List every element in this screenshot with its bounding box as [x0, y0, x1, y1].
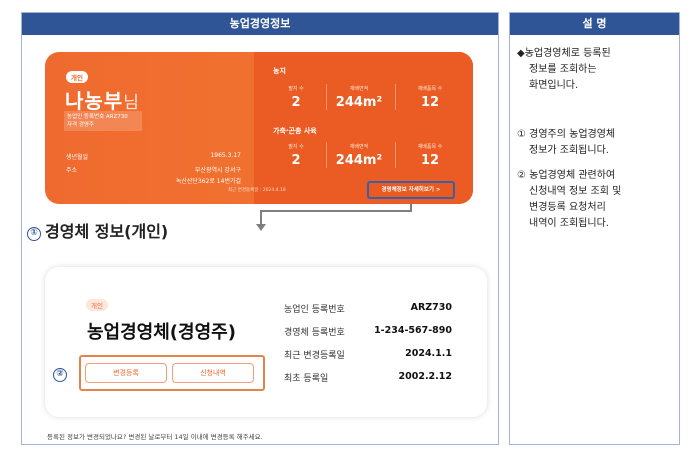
info-label: 경영체 등록번호: [284, 328, 345, 338]
birth-value: 1965.3.17: [210, 152, 241, 159]
farmland-stat-label: 재배면적: [349, 86, 369, 92]
step-number-badge: ①: [27, 227, 41, 241]
description-item-2: ② 농업경영체 관련하여 신청내역 정보 조회 및 변경등록 요청처리 내역이 …: [517, 168, 621, 232]
address-line2: 녹산산단362로 14번가길: [175, 178, 241, 185]
qualification-text: 자격 경영주: [67, 122, 95, 128]
connector-line: [260, 210, 411, 212]
livestock-stat-value: 12: [420, 153, 440, 168]
description-line: 화면입니다.: [529, 80, 579, 91]
section-title: ① 경영체 정보(개인): [27, 218, 168, 242]
left-panel-header: 농업경영정보: [22, 13, 498, 35]
step-number-badge: ②: [53, 368, 67, 382]
footnote: 등록된 정보가 변경되었나요? 변경된 날로부터 14일 이내에 변경등록 해주…: [47, 433, 263, 441]
person-type-tag: 개인: [86, 299, 108, 311]
birth-label: 생년월일: [66, 154, 89, 161]
registration-number-text: 농업인 등록번호 ARZ730: [67, 114, 128, 120]
description-line: ① 경영주의 농업경영체: [517, 129, 616, 140]
farmer-name: 나농부님: [65, 85, 140, 114]
farmland-stat-label: 재배품목 수: [417, 86, 443, 92]
change-registration-button[interactable]: 변경등록: [85, 363, 167, 383]
description-line: 변경등록 요청처리: [529, 202, 606, 213]
stat-divider: [326, 84, 327, 110]
description-line: ② 농업경영체 관련하여: [517, 170, 616, 181]
person-type-tag: 개인: [66, 71, 88, 83]
livestock-stat-label: 필지 수: [288, 144, 304, 150]
detail-card-title: 농업경영체(경영주): [87, 322, 236, 343]
livestock-stat-label: 재배면적: [349, 144, 369, 150]
view-details-button[interactable]: 경영체정보 자세히보기 >: [367, 181, 455, 199]
livestock-stat-label: 재배품목 수: [417, 144, 443, 150]
info-value: 1-234-567-890: [374, 325, 452, 336]
info-value: 2024.1.1: [405, 348, 452, 359]
description-line: 정보가 조회됩니다.: [529, 145, 609, 156]
description-line: 정보를 조회하는: [529, 64, 597, 75]
last-updated-text: 최근 변경등록일 : 2024.4.18: [228, 188, 286, 193]
farmland-stat-value: 244m²: [335, 95, 383, 110]
registration-box: 농업인 등록번호 ARZ730 자격 경영주: [64, 111, 142, 131]
livestock-title: 가축·곤충 사육: [273, 127, 317, 135]
farmland-stat-value: 12: [420, 95, 440, 110]
info-value: ARZ730: [410, 302, 452, 313]
description-line: 신청내역 정보 조회 및: [529, 186, 622, 197]
info-label: 최초 등록일: [284, 374, 329, 384]
address-label: 주소: [66, 167, 78, 174]
stat-divider: [395, 142, 396, 168]
right-panel-header: 설 명: [510, 13, 679, 35]
section-title-text: 경영체 정보(개인): [45, 222, 169, 241]
info-label: 농업인 등록번호: [284, 305, 345, 315]
description-line: ◆농업경영체로 등록된: [517, 48, 611, 59]
arrow-down-icon: [256, 224, 266, 231]
application-history-button[interactable]: 신청내역: [172, 363, 254, 383]
description-line: 내역이 조회됩니다.: [529, 218, 609, 229]
farmland-title: 농지: [273, 67, 286, 75]
farmland-stat-value: 2: [291, 95, 301, 110]
livestock-stat-value: 2: [291, 153, 301, 168]
info-label: 최근 변경등록일: [284, 351, 345, 361]
description-item-1: ① 경영주의 농업경영체 정보가 조회됩니다.: [517, 127, 615, 159]
description-intro: ◆농업경영체로 등록된 정보를 조회하는 화면입니다.: [517, 46, 611, 94]
address-line1: 부산광역시 강서구: [194, 167, 241, 174]
info-value: 2002.2.12: [398, 371, 453, 382]
stat-divider: [326, 142, 327, 168]
farmer-name-suffix: 님: [123, 93, 140, 113]
farmer-name-text: 나농부: [65, 89, 124, 113]
stat-divider: [395, 84, 396, 110]
livestock-stat-value: 244m²: [335, 153, 383, 168]
farmland-stat-label: 필지 수: [288, 86, 304, 92]
